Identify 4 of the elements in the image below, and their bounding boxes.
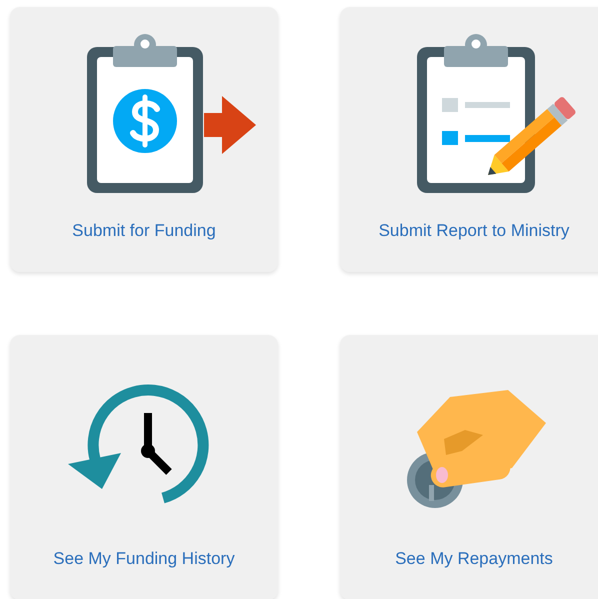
tile-link[interactable]: Submit for Funding <box>72 221 216 241</box>
tile-link[interactable]: Submit Report to Ministry <box>378 221 570 241</box>
tile-link[interactable]: See My Funding History <box>53 549 235 569</box>
tile-link[interactable]: See My Repayments <box>395 549 553 569</box>
